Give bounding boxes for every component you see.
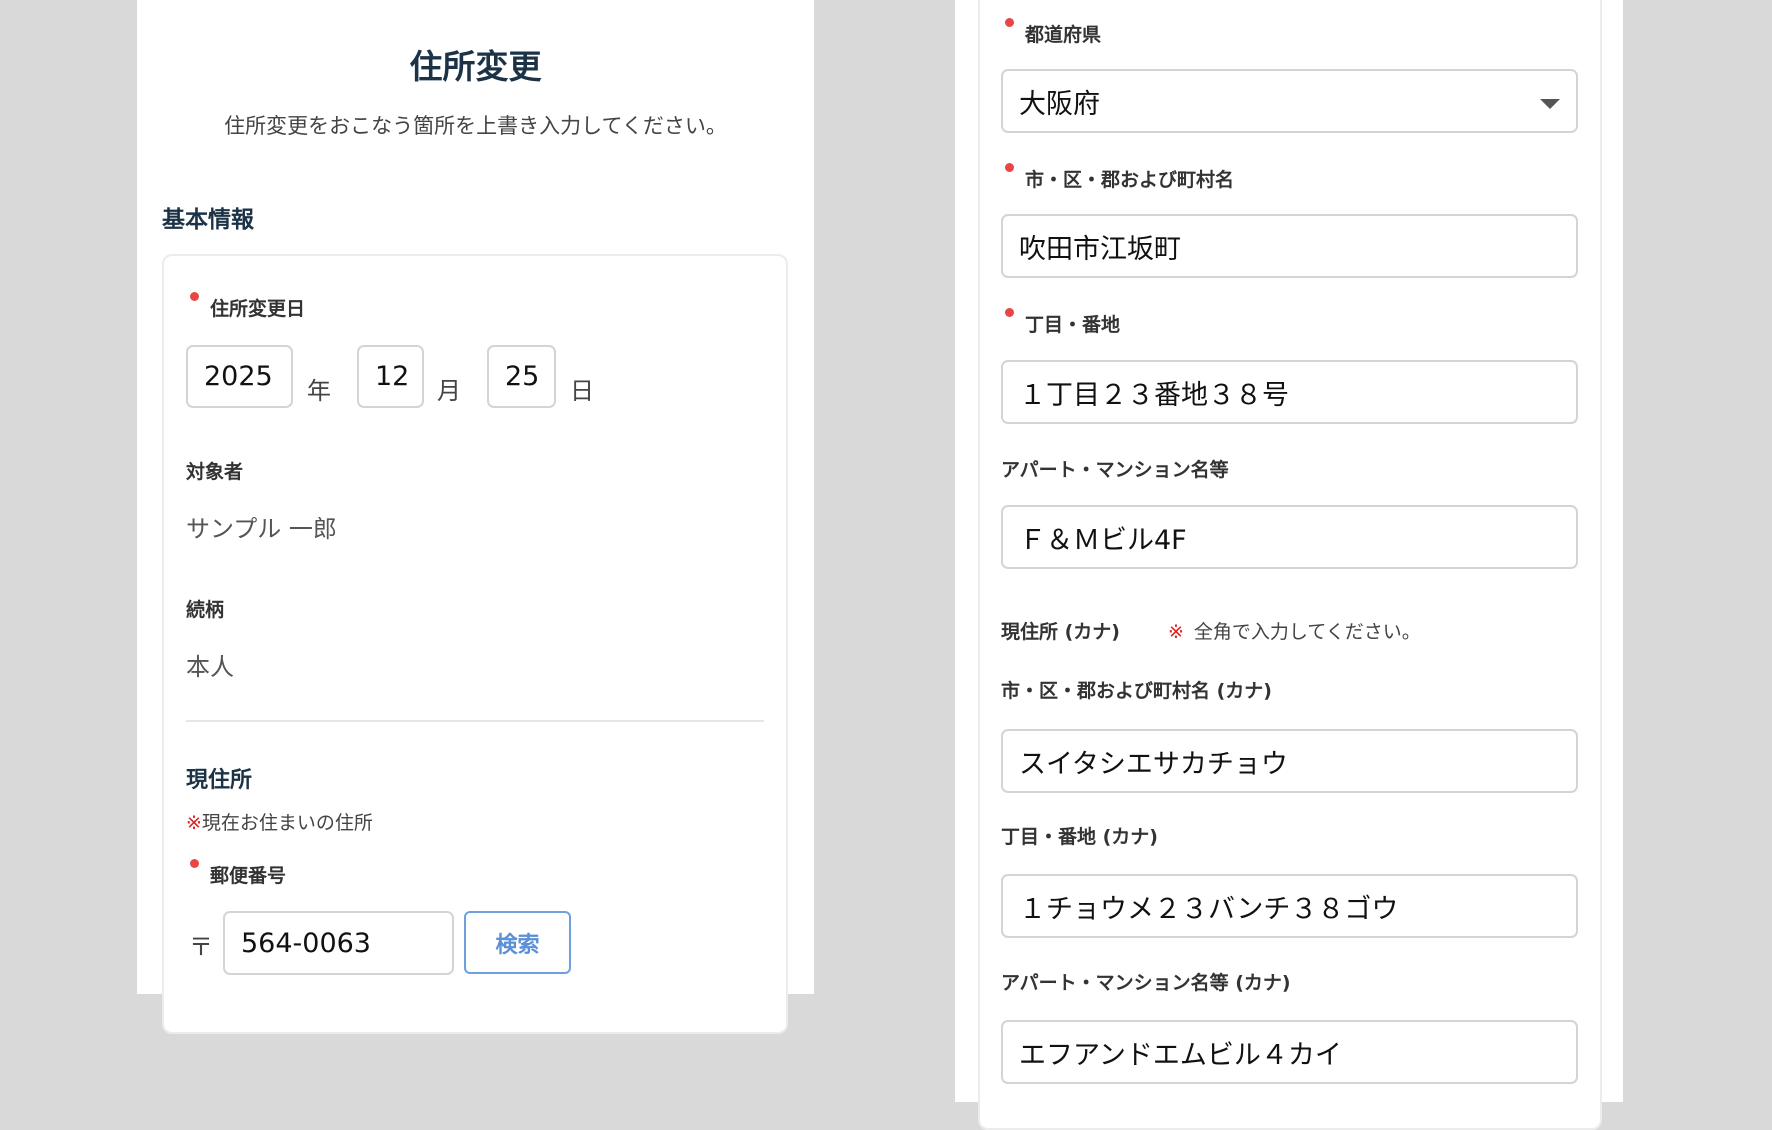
year-unit: 年	[307, 377, 331, 405]
basic-info-heading: 基本情報	[162, 207, 254, 233]
page-title: 住所変更	[409, 47, 542, 86]
building-label: アパート・マンション名等	[1001, 459, 1229, 481]
block-input[interactable]: １丁目２３番地３８号	[1001, 360, 1578, 424]
target-person-label: 対象者	[186, 461, 244, 483]
current-address-heading: 現住所	[186, 768, 253, 793]
month-input[interactable]: 12	[357, 345, 424, 408]
kana-note: 全角で入力してください。	[1193, 621, 1421, 643]
prefecture-value: 大阪府	[1019, 88, 1100, 120]
city-input[interactable]: 吹田市江坂町	[1001, 214, 1578, 278]
relationship-label: 続柄	[186, 599, 225, 621]
chevron-down-icon	[1540, 99, 1560, 109]
postal-search-button[interactable]: 検索	[464, 911, 571, 974]
note-mark: ※	[186, 812, 202, 834]
postal-symbol: 〒	[189, 933, 213, 961]
day-input[interactable]: 25	[487, 345, 556, 408]
city-label: 市・区・郡および町村名	[1004, 163, 1234, 192]
building-kana-label: アパート・マンション名等 (カナ)	[1001, 972, 1291, 994]
day-unit: 日	[570, 377, 594, 405]
change-date-label: 住所変更日	[189, 292, 305, 321]
building-input[interactable]: Ｆ＆Ｍビル4F	[1001, 505, 1578, 569]
right-form-panel: 都道府県 大阪府 市・区・郡および町村名 吹田市江坂町 丁目・番地 １丁目２３番…	[955, 0, 1623, 1130]
kana-note-mark: ※	[1168, 621, 1184, 643]
month-unit: 月	[437, 377, 461, 405]
city-kana-label: 市・区・郡および町村名 (カナ)	[1001, 680, 1272, 702]
page-subtitle: 住所変更をおこなう箇所を上書き入力してください。	[224, 114, 727, 138]
relationship-value: 本人	[186, 653, 234, 681]
postal-label: 郵便番号	[189, 859, 286, 888]
block-kana-input[interactable]: １チョウメ２３バンチ３８ゴウ	[1001, 874, 1578, 938]
prefecture-label: 都道府県	[1004, 18, 1101, 47]
divider	[186, 720, 764, 722]
year-input[interactable]: 2025	[186, 345, 293, 408]
prefecture-select[interactable]: 大阪府	[1001, 69, 1578, 133]
current-address-note: 現在お住まいの住所	[201, 812, 373, 834]
target-person-value: サンプル 一郎	[186, 515, 337, 543]
left-form-panel: 住所変更 住所変更をおこなう箇所を上書き入力してください。 基本情報 住所変更日…	[137, 0, 814, 1034]
building-kana-input[interactable]: エフアンドエムビル４カイ	[1001, 1020, 1578, 1084]
postal-code-input[interactable]: 564-0063	[223, 911, 454, 975]
city-kana-input[interactable]: スイタシエサカチョウ	[1001, 729, 1578, 793]
block-label: 丁目・番地	[1004, 308, 1120, 337]
block-kana-label: 丁目・番地 (カナ)	[1001, 826, 1158, 848]
kana-heading: 現住所 (カナ)	[1001, 621, 1120, 643]
